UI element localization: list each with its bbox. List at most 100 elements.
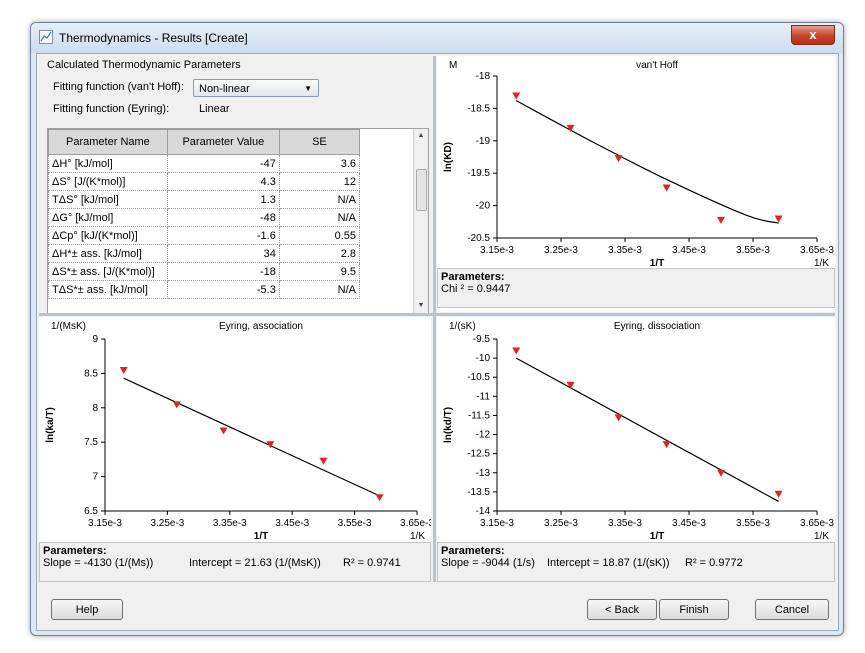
y-axis-label: ln(kd/T) bbox=[443, 407, 454, 443]
cell-parameter-name: ΔH*± ass. [kJ/mol] bbox=[48, 244, 168, 263]
y-tick-label: 6.5 bbox=[84, 506, 98, 517]
fit-vant-hoff-value: Non-linear bbox=[199, 83, 250, 95]
x-tick-label: 3.35e-3 bbox=[608, 245, 642, 256]
x-tick-label: 3.25e-3 bbox=[544, 518, 578, 529]
eyring-dissociation-pane: 1/(sK) Eyring, dissociation -9.5 -10 -10.5 -1… bbox=[437, 317, 835, 582]
cell-parameter-value: -47 bbox=[166, 154, 280, 173]
title-bar[interactable]: Thermodynamics - Results [Create] x bbox=[31, 23, 843, 53]
cell-parameter-name: ΔH° [kJ/mol] bbox=[48, 154, 168, 173]
cell-se: 3.6 bbox=[278, 154, 361, 173]
r-squared-value: R² = 0.9741 bbox=[343, 557, 401, 569]
data-point bbox=[319, 457, 328, 465]
close-button[interactable]: x bbox=[791, 25, 835, 45]
x-tick-label: 3.55e-3 bbox=[338, 518, 372, 529]
x-unit-label: 1/K bbox=[410, 531, 425, 541]
fit-vant-hoff-select[interactable]: Non-linear ▼ bbox=[193, 79, 319, 97]
data-point bbox=[172, 401, 181, 409]
table-row[interactable]: ΔH° [kJ/mol] -47 3.6 bbox=[48, 154, 361, 173]
params-title: Parameters: bbox=[43, 545, 107, 557]
parameter-table: Parameter Name Parameter Value SE ΔH° [k… bbox=[48, 129, 361, 299]
dialog-client: Calculated Thermodynamic Parameters Fitt… bbox=[36, 53, 839, 631]
cell-se: N/A bbox=[278, 208, 361, 227]
cell-parameter-value: -18 bbox=[166, 262, 280, 281]
cell-parameter-value: 34 bbox=[166, 244, 280, 263]
y-tick-label: 8 bbox=[92, 403, 98, 414]
help-button[interactable]: Help bbox=[51, 599, 123, 620]
y-tick-label: -19 bbox=[476, 136, 491, 147]
x-unit-label: 1/K bbox=[814, 531, 829, 541]
data-point bbox=[119, 366, 128, 374]
params-title: Parameters: bbox=[441, 271, 505, 283]
cancel-button[interactable]: Cancel bbox=[755, 599, 829, 620]
data-point bbox=[219, 427, 228, 435]
scroll-down-icon[interactable]: ▼ bbox=[414, 299, 428, 313]
y-tick-label: -9.5 bbox=[473, 334, 491, 345]
parameters-panel: Calculated Thermodynamic Parameters Fitt… bbox=[39, 56, 431, 314]
cell-parameter-value: 4.3 bbox=[166, 172, 280, 191]
y-tick-label: -20 bbox=[476, 201, 491, 212]
cell-parameter-name: TΔS*± ass. [kJ/mol] bbox=[48, 280, 168, 299]
header-parameter-name[interactable]: Parameter Name bbox=[48, 129, 168, 155]
y-tick-label: -18 bbox=[476, 71, 491, 82]
finish-button[interactable]: Finish bbox=[659, 599, 729, 620]
header-parameter-value[interactable]: Parameter Value bbox=[166, 129, 280, 155]
cell-parameter-value: -1.6 bbox=[166, 226, 280, 245]
vertical-splitter[interactable] bbox=[433, 56, 436, 582]
window-title: Thermodynamics - Results [Create] bbox=[59, 31, 248, 45]
back-button[interactable]: < Back bbox=[587, 599, 657, 620]
table-row[interactable]: ΔS° [J/(K*mol)] 4.3 12 bbox=[48, 172, 361, 191]
fit-eyring-value: Linear bbox=[199, 103, 230, 115]
data-point bbox=[375, 494, 384, 502]
y-tick-label: 9 bbox=[92, 334, 98, 345]
y-tick-label: -13 bbox=[476, 468, 491, 479]
cell-se: N/A bbox=[278, 190, 361, 209]
x-tick-label: 3.25e-3 bbox=[544, 245, 578, 256]
table-row[interactable]: ΔH*± ass. [kJ/mol] 34 2.8 bbox=[48, 244, 361, 263]
y-tick-label: 8.5 bbox=[84, 368, 98, 379]
cell-se: N/A bbox=[278, 280, 361, 299]
x-tick-label: 3.55e-3 bbox=[736, 245, 770, 256]
eyring-association-parameters: Parameters: Slope = -4130 (1/(Ms)) Inter… bbox=[39, 542, 431, 582]
scroll-thumb[interactable] bbox=[416, 169, 427, 211]
y-axis-label: ln(KD) bbox=[443, 142, 454, 172]
x-tick-label: 3.65e-3 bbox=[800, 245, 834, 256]
vant-hoff-pane: Mvan't Hoff -18 -18.5 -19 -19.5 -20 -20.5 3.15e… bbox=[437, 56, 835, 312]
data-point bbox=[614, 155, 623, 163]
eyring-association-pane: 1/(MsK) Eyring, association 9 8.5 8 7.5 7 6.5 3.… bbox=[39, 317, 431, 582]
table-row[interactable]: ΔG° [kJ/mol] -48 N/A bbox=[48, 208, 361, 227]
x-tick-label: 3.35e-3 bbox=[213, 518, 247, 529]
x-tick-label: 3.15e-3 bbox=[88, 518, 122, 529]
y-tick-label: -19.5 bbox=[467, 168, 490, 179]
table-scrollbar[interactable]: ▲ ▼ bbox=[413, 129, 428, 313]
table-row[interactable]: ΔCp° [kJ/(K*mol)] -1.6 0.55 bbox=[48, 226, 361, 245]
x-tick-label: 3.55e-3 bbox=[736, 518, 770, 529]
cell-se: 2.8 bbox=[278, 244, 361, 263]
x-unit-label: 1/K bbox=[814, 258, 829, 268]
horizontal-splitter[interactable] bbox=[39, 313, 835, 316]
data-point bbox=[512, 347, 521, 355]
header-se[interactable]: SE bbox=[278, 129, 361, 155]
data-point bbox=[717, 216, 725, 224]
data-point bbox=[614, 414, 623, 422]
y-tick-label: 7.5 bbox=[84, 437, 98, 448]
slope-value: Slope = -9044 (1/s) bbox=[441, 557, 535, 569]
cell-parameter-value: -5.3 bbox=[166, 280, 280, 299]
cell-parameter-name: ΔCp° [kJ/(K*mol)] bbox=[48, 226, 168, 245]
x-tick-label: 3.15e-3 bbox=[480, 245, 514, 256]
fit-vant-hoff-label: Fitting function (van't Hoff): bbox=[53, 81, 184, 93]
table-row[interactable]: TΔS*± ass. [kJ/mol] -5.3 N/A bbox=[48, 280, 361, 299]
table-row[interactable]: TΔS° [kJ/mol] 1.3 N/A bbox=[48, 190, 361, 209]
intercept-value: Intercept = 18.87 (1/(sK)) bbox=[547, 557, 670, 569]
table-row[interactable]: ΔS*± ass. [J/(K*mol)] -18 9.5 bbox=[48, 262, 361, 281]
y-unit-label: 1/(MsK) bbox=[51, 321, 86, 332]
fit-line bbox=[515, 357, 779, 502]
slope-value: Slope = -4130 (1/(Ms)) bbox=[43, 557, 154, 569]
scroll-up-icon[interactable]: ▲ bbox=[414, 129, 428, 143]
fit-line bbox=[515, 100, 779, 224]
x-tick-label: 3.65e-3 bbox=[800, 518, 834, 529]
chart-app-icon bbox=[39, 30, 53, 44]
cell-parameter-name: ΔS*± ass. [J/(K*mol)] bbox=[48, 262, 168, 281]
data-point bbox=[662, 441, 671, 449]
dialog-window: Thermodynamics - Results [Create] x Calc… bbox=[30, 22, 844, 636]
y-tick-label: -11.5 bbox=[468, 410, 490, 421]
